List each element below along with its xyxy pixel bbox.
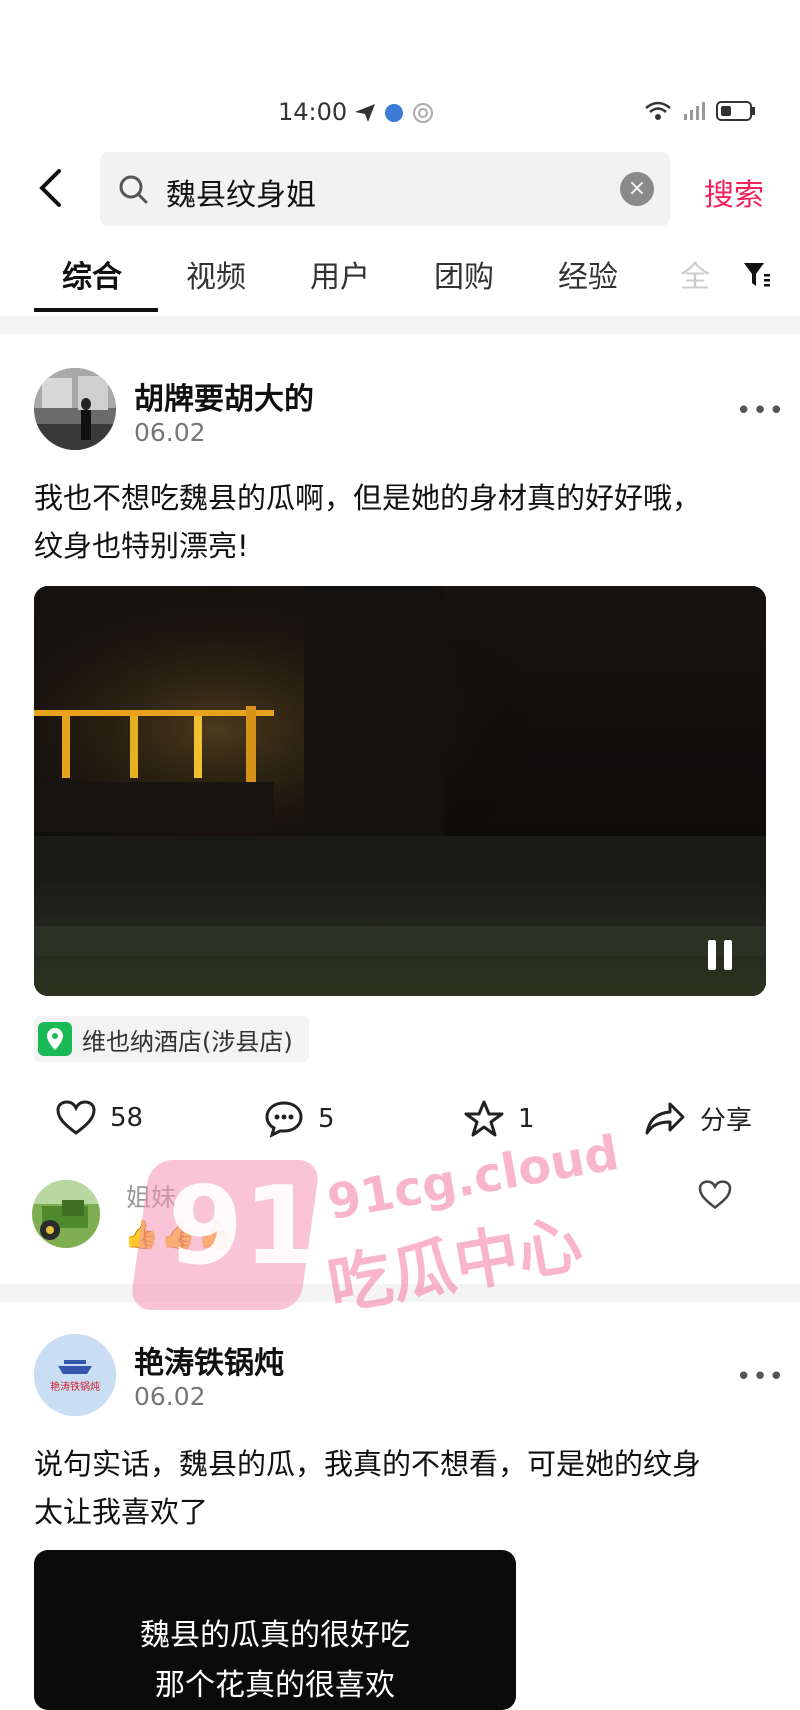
location-pin-icon (38, 1022, 72, 1056)
battery-icon (716, 101, 755, 121)
commenter-name[interactable]: 姐妹 (126, 1178, 176, 1214)
avatar[interactable] (34, 368, 116, 450)
author-photo (34, 368, 116, 450)
video-frame (34, 586, 766, 996)
globe-icon (385, 104, 403, 122)
tab-group-buy[interactable]: 团购 (434, 252, 494, 296)
post-text-line: 纹身也特别漂亮! (34, 529, 249, 563)
search-query[interactable]: 魏县纹身姐 (166, 170, 316, 214)
avatar-logo-text: 艳涛铁锅炖 (50, 1382, 100, 1393)
status-icons (354, 102, 434, 124)
tab-comprehensive[interactable]: 综合 (62, 252, 122, 296)
watermark-site: 91cg.cloud (323, 1124, 623, 1232)
heart-icon (56, 1100, 96, 1135)
radar-icon (413, 103, 433, 123)
status-time: 14:00 (278, 98, 348, 126)
video-player[interactable] (34, 586, 766, 996)
chevron-left-icon (39, 169, 61, 207)
like-count: 58 (110, 1103, 144, 1133)
tabs-divider (0, 316, 800, 334)
post-text: 我也不想吃魏县的瓜啊，但是她的身材真的好好哦， 纹身也特别漂亮! (34, 474, 774, 570)
favorite-count: 1 (518, 1104, 535, 1134)
post-divider (0, 1284, 800, 1302)
active-tab-indicator (34, 308, 158, 312)
favorite-button[interactable]: 1 (464, 1100, 535, 1138)
clear-search-button[interactable]: × (620, 172, 654, 206)
tab-experience[interactable]: 经验 (558, 252, 618, 296)
post-author[interactable]: 胡牌要胡大的 (134, 374, 314, 418)
share-icon (645, 1102, 685, 1134)
comment-button[interactable]: 5 (264, 1100, 335, 1138)
tab-all-partial[interactable]: 全 (680, 252, 710, 296)
filter-icon[interactable] (742, 260, 772, 290)
comment-icon (265, 1101, 303, 1138)
post-date: 06.02 (134, 418, 206, 447)
pause-button[interactable] (708, 940, 740, 970)
wifi-icon (645, 101, 671, 120)
author-logo (34, 1334, 116, 1416)
search-button[interactable]: 搜索 (704, 170, 764, 214)
post-text-line: 说句实话，魏县的瓜，我真的不想看，可是她的纹身 (34, 1447, 702, 1481)
search-icon (119, 175, 148, 204)
back-button[interactable] (30, 163, 70, 213)
comment-count: 5 (318, 1104, 335, 1134)
commenter-avatar[interactable] (32, 1180, 100, 1248)
tab-users[interactable]: 用户 (310, 252, 370, 296)
avatar[interactable]: 艳涛铁锅炖 (34, 1334, 116, 1416)
post-text-line: 太让我喜欢了 (34, 1495, 209, 1529)
send-icon (355, 104, 375, 122)
star-icon (464, 1100, 504, 1137)
text-card-media[interactable]: 魏县的瓜真的很好吃 那个花真的很喜欢 (34, 1550, 516, 1710)
post-text-line: 我也不想吃魏县的瓜啊，但是她的身材真的好好哦， (34, 481, 702, 515)
status-right-icons (644, 100, 756, 122)
location-tag[interactable]: 维也纳酒店(涉县店) (34, 1016, 309, 1062)
card-line: 那个花真的很喜欢 (155, 1668, 395, 1703)
comment-heart-icon[interactable] (698, 1180, 732, 1210)
commenter-photo (32, 1180, 100, 1248)
share-label: 分享 (700, 1106, 753, 1136)
tab-video[interactable]: 视频 (186, 252, 246, 296)
more-options-button[interactable]: ••• (736, 1362, 785, 1392)
location-name: 维也纳酒店(涉县店) (82, 1027, 293, 1056)
card-line: 魏县的瓜真的很好吃 (140, 1618, 410, 1653)
share-button[interactable]: 分享 (644, 1100, 752, 1137)
watermark-name: 吃瓜中心 (322, 1207, 588, 1325)
signal-icon (684, 102, 705, 120)
post-text: 说句实话，魏县的瓜，我真的不想看，可是她的纹身 太让我喜欢了 (34, 1440, 774, 1536)
comment-text: 👍👍👍 (124, 1218, 235, 1251)
post-date: 06.02 (134, 1382, 206, 1411)
more-options-button[interactable]: ••• (736, 396, 785, 426)
like-button[interactable]: 58 (56, 1100, 143, 1136)
post-author[interactable]: 艳涛铁锅炖 (134, 1338, 284, 1382)
